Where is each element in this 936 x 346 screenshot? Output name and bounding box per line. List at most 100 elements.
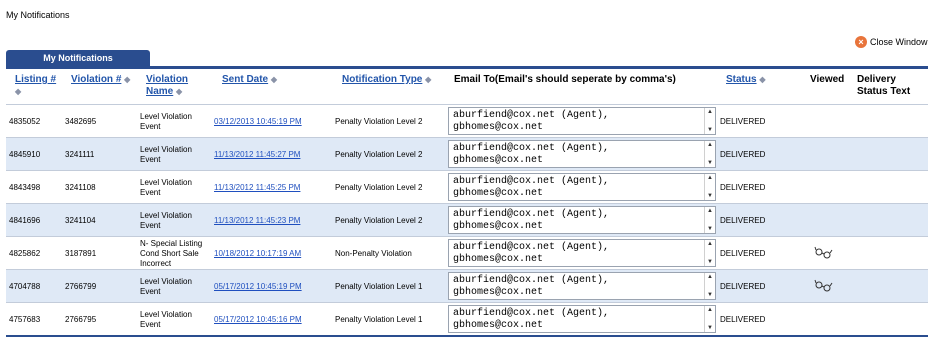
col-violation-no-link[interactable]: Violation # bbox=[71, 74, 121, 85]
email-scrollbar[interactable]: ▲ ▼ bbox=[704, 174, 715, 200]
status-cell: DELIVERED bbox=[720, 116, 766, 126]
col-sent-date[interactable]: Sent Date ◆ bbox=[222, 74, 277, 86]
scroll-down-icon[interactable]: ▼ bbox=[705, 127, 715, 133]
sent-date-link[interactable]: 03/12/2013 10:45:19 PM bbox=[214, 117, 302, 127]
sent-date-link[interactable]: 05/17/2012 10:45:16 PM bbox=[214, 315, 302, 325]
col-status[interactable]: Status ◆ bbox=[726, 74, 766, 86]
glasses-icon bbox=[814, 279, 833, 292]
tab-my-notifications[interactable]: My Notifications bbox=[6, 50, 150, 66]
status-cell: DELIVERED bbox=[720, 149, 766, 159]
scroll-up-icon[interactable]: ▲ bbox=[705, 274, 715, 280]
email-textarea[interactable]: aburfiend@cox.net (Agent), gbhomes@cox.n… bbox=[448, 305, 716, 333]
listing-cell: 4835052 bbox=[9, 116, 41, 126]
email-textarea[interactable]: aburfiend@cox.net (Agent), gbhomes@cox.n… bbox=[448, 272, 716, 300]
col-listing[interactable]: Listing # ◆ bbox=[15, 74, 61, 98]
status-cell: DELIVERED bbox=[720, 248, 766, 258]
email-textarea[interactable]: aburfiend@cox.net (Agent), gbhomes@cox.n… bbox=[448, 206, 716, 234]
scroll-up-icon[interactable]: ▲ bbox=[705, 241, 715, 247]
table-row: 4835052 3482695 Level Violation Event 03/12… bbox=[6, 104, 928, 138]
scroll-down-icon[interactable]: ▼ bbox=[705, 226, 715, 232]
email-scrollbar[interactable]: ▲ ▼ bbox=[704, 141, 715, 167]
col-delivery-status: Delivery Status Text bbox=[857, 74, 911, 97]
col-violation-name[interactable]: Violation Name ◆ bbox=[146, 74, 206, 98]
email-text[interactable]: aburfiend@cox.net (Agent), gbhomes@cox.n… bbox=[453, 242, 609, 266]
email-scrollbar[interactable]: ▲ ▼ bbox=[704, 240, 715, 266]
notification-type-cell: Penalty Violation Level 2 bbox=[335, 215, 423, 225]
listing-cell: 4845910 bbox=[9, 149, 41, 159]
col-notification-type-link[interactable]: Notification Type bbox=[342, 74, 422, 85]
email-textarea[interactable]: aburfiend@cox.net (Agent), gbhomes@cox.n… bbox=[448, 140, 716, 168]
scroll-down-icon[interactable]: ▼ bbox=[705, 160, 715, 166]
table-row: 4757683 2766795 Level Violation Event 05/17… bbox=[6, 302, 928, 336]
violation-name-cell: Level Violation Event bbox=[140, 144, 192, 164]
table-row: 4704788 2766799 Level Violation Event 05/17… bbox=[6, 269, 928, 303]
scroll-up-icon[interactable]: ▲ bbox=[705, 307, 715, 313]
scroll-down-icon[interactable]: ▼ bbox=[705, 325, 715, 331]
scroll-up-icon[interactable]: ▲ bbox=[705, 208, 715, 214]
sent-date-link[interactable]: 10/18/2012 10:17:19 AM bbox=[214, 249, 301, 259]
email-textarea[interactable]: aburfiend@cox.net (Agent), gbhomes@cox.n… bbox=[448, 107, 716, 135]
sort-arrows-icon[interactable]: ◆ bbox=[176, 87, 182, 96]
scroll-down-icon[interactable]: ▼ bbox=[705, 259, 715, 265]
scroll-down-icon[interactable]: ▼ bbox=[705, 292, 715, 298]
sort-arrows-icon[interactable]: ◆ bbox=[271, 75, 277, 84]
email-text[interactable]: aburfiend@cox.net (Agent), gbhomes@cox.n… bbox=[453, 176, 609, 200]
violation-no-cell: 3241104 bbox=[65, 215, 96, 225]
page-title: My Notifications bbox=[6, 10, 70, 20]
notification-type-cell: Penalty Violation Level 2 bbox=[335, 182, 423, 192]
violation-no-cell: 3187891 bbox=[65, 248, 97, 258]
email-text[interactable]: aburfiend@cox.net (Agent), gbhomes@cox.n… bbox=[453, 308, 609, 332]
violation-name-cell: Level Violation Event bbox=[140, 309, 192, 329]
email-scrollbar[interactable]: ▲ ▼ bbox=[704, 207, 715, 233]
violation-no-cell: 2766795 bbox=[65, 314, 97, 324]
table-bottom-rule bbox=[6, 335, 928, 337]
status-cell: DELIVERED bbox=[720, 281, 766, 291]
close-circle-icon[interactable]: × bbox=[855, 36, 867, 48]
email-textarea[interactable]: aburfiend@cox.net (Agent), gbhomes@cox.n… bbox=[448, 173, 716, 201]
violation-name-cell: Level Violation Event bbox=[140, 276, 192, 296]
status-cell: DELIVERED bbox=[720, 314, 766, 324]
violation-no-cell: 2766799 bbox=[65, 281, 97, 291]
sent-date-link[interactable]: 11/13/2012 11:45:23 PM bbox=[214, 216, 300, 226]
email-text[interactable]: aburfiend@cox.net (Agent), gbhomes@cox.n… bbox=[453, 143, 609, 167]
sort-arrows-icon[interactable]: ◆ bbox=[15, 87, 21, 96]
listing-cell: 4825862 bbox=[9, 248, 41, 258]
scroll-up-icon[interactable]: ▲ bbox=[705, 142, 715, 148]
col-email-to: Email To(Email's should seperate by comm… bbox=[454, 74, 676, 85]
listing-cell: 4757683 bbox=[9, 314, 41, 324]
col-status-link[interactable]: Status bbox=[726, 74, 757, 85]
scroll-up-icon[interactable]: ▲ bbox=[705, 175, 715, 181]
violation-no-cell: 3241108 bbox=[65, 182, 96, 192]
sort-arrows-icon[interactable]: ◆ bbox=[425, 75, 431, 84]
sort-arrows-icon[interactable]: ◆ bbox=[759, 75, 765, 84]
table-row: 4843498 3241108 Level Violation Event 11/13… bbox=[6, 170, 928, 204]
violation-name-cell: Level Violation Event bbox=[140, 177, 192, 197]
email-text[interactable]: aburfiend@cox.net (Agent), gbhomes@cox.n… bbox=[453, 110, 609, 134]
email-textarea[interactable]: aburfiend@cox.net (Agent), gbhomes@cox.n… bbox=[448, 239, 716, 267]
table-row: 4825862 3187891 N- Special Listing Cond Sh… bbox=[6, 236, 928, 270]
email-text[interactable]: aburfiend@cox.net (Agent), gbhomes@cox.n… bbox=[453, 275, 609, 299]
sent-date-link[interactable]: 05/17/2012 10:45:19 PM bbox=[214, 282, 302, 292]
email-text[interactable]: aburfiend@cox.net (Agent), gbhomes@cox.n… bbox=[453, 209, 609, 233]
col-notification-type[interactable]: Notification Type ◆ bbox=[342, 74, 431, 86]
status-cell: DELIVERED bbox=[720, 182, 766, 192]
col-violation-no[interactable]: Violation # ◆ bbox=[71, 74, 130, 86]
col-sent-date-link[interactable]: Sent Date bbox=[222, 74, 268, 85]
close-window-button[interactable]: × Close Window bbox=[855, 36, 928, 48]
email-scrollbar[interactable]: ▲ ▼ bbox=[704, 273, 715, 299]
sent-date-link[interactable]: 11/13/2012 11:45:25 PM bbox=[214, 183, 300, 193]
email-scrollbar[interactable]: ▲ ▼ bbox=[704, 306, 715, 332]
scroll-up-icon[interactable]: ▲ bbox=[705, 109, 715, 115]
glasses-icon bbox=[814, 246, 833, 259]
scroll-down-icon[interactable]: ▼ bbox=[705, 193, 715, 199]
email-scrollbar[interactable]: ▲ ▼ bbox=[704, 108, 715, 134]
violation-name-cell: N- Special Listing Cond Short Sale Incor… bbox=[140, 238, 203, 268]
col-listing-link[interactable]: Listing # bbox=[15, 74, 56, 85]
close-window-label[interactable]: Close Window bbox=[870, 37, 928, 47]
sort-arrows-icon[interactable]: ◆ bbox=[124, 75, 130, 84]
sent-date-link[interactable]: 11/13/2012 11:45:27 PM bbox=[214, 150, 300, 160]
status-cell: DELIVERED bbox=[720, 215, 766, 225]
col-viewed: Viewed bbox=[810, 74, 845, 85]
listing-cell: 4704788 bbox=[9, 281, 41, 291]
violation-name-cell: Level Violation Event bbox=[140, 111, 192, 131]
